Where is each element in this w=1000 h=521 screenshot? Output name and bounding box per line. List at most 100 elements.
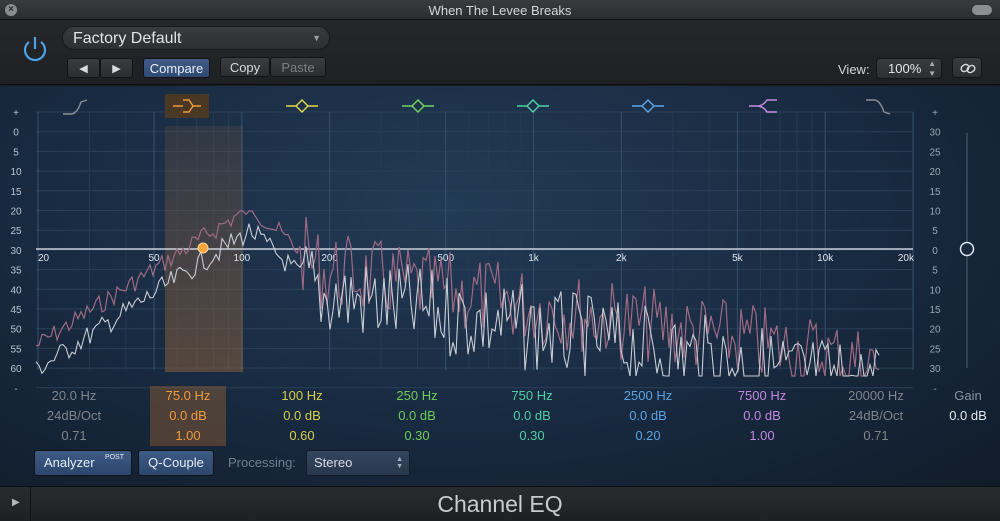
right-scale-label: 10 <box>929 285 941 296</box>
band-6-gain[interactable]: 0.0 dB <box>610 406 686 426</box>
right-scale-label: 20 <box>929 325 941 336</box>
left-scale-label: 40 <box>10 285 22 296</box>
processing-label: Processing: <box>228 455 296 470</box>
band-5-frequency[interactable]: 750 Hz <box>494 386 570 406</box>
right-scale-label: - <box>933 384 936 395</box>
band-2-node[interactable] <box>197 242 209 254</box>
left-scale-label: 35 <box>10 266 22 277</box>
band-shape <box>632 99 664 113</box>
band-selected-bg <box>165 94 209 118</box>
stepper-icon: ▲ ▼ <box>396 456 403 470</box>
frequency-label: 200 <box>321 253 338 264</box>
frequency-label: 50 <box>149 253 161 264</box>
link-icon <box>960 63 976 74</box>
band-1-q[interactable]: 0.71 <box>36 426 112 446</box>
frequency-label: 20k <box>898 253 915 264</box>
link-button[interactable] <box>952 57 982 78</box>
band-2-params[interactable]: 75.0 Hz 0.0 dB 1.00 <box>150 386 226 446</box>
right-scale-label: 25 <box>929 147 941 158</box>
left-scale-label: 30 <box>10 246 22 257</box>
left-scale-label: 0 <box>13 128 19 139</box>
right-scale-label: 15 <box>929 187 941 198</box>
band-5-params[interactable]: 750 Hz 0.0 dB 0.30 <box>494 386 570 446</box>
q-couple-button[interactable]: Q-Couple <box>138 450 214 476</box>
right-db-scale: +30 25 20 15 10 5 0 5 10 15 20 25 30 - <box>929 108 941 395</box>
gain-slider-knob[interactable] <box>959 241 975 257</box>
band-6-params[interactable]: 2500 Hz 0.0 dB 0.20 <box>610 386 686 446</box>
left-scale-label: - <box>14 384 17 395</box>
band-type-icons <box>63 94 891 118</box>
band-6-frequency[interactable]: 2500 Hz <box>610 386 686 406</box>
band-7-frequency[interactable]: 7500 Hz <box>724 386 800 406</box>
right-scale-label: 10 <box>929 207 941 218</box>
stepper-icon: ▲ ▼ <box>928 59 936 78</box>
right-scale-label: 0 <box>932 246 938 257</box>
view-zoom-select[interactable]: 100% ▲ ▼ <box>876 58 942 79</box>
right-scale-label: 15 <box>929 305 941 316</box>
band-2-frequency[interactable]: 75.0 Hz <box>150 386 226 406</box>
band-5-gain[interactable]: 0.0 dB <box>494 406 570 426</box>
title-bar: × When The Levee Breaks <box>0 0 1000 20</box>
band-5-q[interactable]: 0.30 <box>494 426 570 446</box>
band-7-gain[interactable]: 0.0 dB <box>724 406 800 426</box>
paste-button[interactable]: Paste <box>270 57 326 77</box>
band-8-q[interactable]: 0.71 <box>838 426 914 446</box>
band-2-gain[interactable]: 0.0 dB <box>150 406 226 426</box>
previous-preset-button[interactable]: ◀ <box>67 58 100 78</box>
analyzer-post-badge: POST <box>104 454 124 461</box>
frequency-label: 10k <box>817 253 834 264</box>
band-7-q[interactable]: 1.00 <box>724 426 800 446</box>
band-3-gain[interactable]: 0.0 dB <box>264 406 340 426</box>
band-3-q[interactable]: 0.60 <box>264 426 340 446</box>
band-1-params[interactable]: 20.0 Hz 24dB/Oct 0.71 <box>36 386 112 446</box>
right-scale-label: 30 <box>929 128 941 139</box>
band-8-params[interactable]: 20000 Hz 24dB/Oct 0.71 <box>838 386 914 446</box>
chevron-down-icon: ▼ <box>312 33 321 43</box>
band-1-slope[interactable]: 24dB/Oct <box>36 406 112 426</box>
frequency-label: 2k <box>616 253 628 264</box>
band-5-type-icon[interactable] <box>517 99 549 113</box>
band-2-q[interactable]: 1.00 <box>150 426 226 446</box>
copy-button[interactable]: Copy <box>220 57 270 77</box>
plugin-header: Factory Default ▼ ◀ ▶ Compare Copy Paste… <box>0 20 1000 85</box>
window-title: When The Levee Breaks <box>428 3 572 18</box>
band-4-params[interactable]: 250 Hz 0.0 dB 0.30 <box>379 386 455 446</box>
band-3-type-icon[interactable] <box>286 99 318 113</box>
band-4-q[interactable]: 0.30 <box>379 426 455 446</box>
band-8-frequency[interactable]: 20000 Hz <box>838 386 914 406</box>
band-7-params[interactable]: 7500 Hz 0.0 dB 1.00 <box>724 386 800 446</box>
band-6-q[interactable]: 0.20 <box>610 426 686 446</box>
toolbar-toggle-button[interactable] <box>972 5 992 15</box>
compare-button[interactable]: Compare <box>143 58 210 78</box>
plugin-name: Channel EQ <box>437 491 563 517</box>
view-zoom-value: 100% <box>888 61 922 76</box>
power-icon <box>23 37 47 62</box>
band-8-slope[interactable]: 24dB/Oct <box>838 406 914 426</box>
left-scale-label: 10 <box>10 167 22 178</box>
band-4-gain[interactable]: 0.0 dB <box>379 406 455 426</box>
processing-select[interactable]: Stereo ▲ ▼ <box>306 450 410 476</box>
band-3-frequency[interactable]: 100 Hz <box>264 386 340 406</box>
next-preset-button[interactable]: ▶ <box>100 58 133 78</box>
band-4-frequency[interactable]: 250 Hz <box>379 386 455 406</box>
frequency-label: 5k <box>732 253 744 264</box>
left-scale-label: 25 <box>10 226 22 237</box>
band-1-frequency[interactable]: 20.0 Hz <box>36 386 112 406</box>
view-label: View: <box>838 62 870 77</box>
power-button[interactable] <box>20 34 50 64</box>
right-scale-label: 30 <box>929 364 941 375</box>
band-6-type-icon[interactable] <box>632 99 664 113</box>
band-4-type-icon[interactable] <box>402 99 434 113</box>
gain-value[interactable]: 0.0 dB <box>945 406 991 426</box>
band-shape <box>517 99 549 113</box>
left-scale-label: 45 <box>10 305 22 316</box>
analyzer-button[interactable]: Analyzer POST <box>34 450 132 476</box>
left-scale-label: 60 <box>10 364 22 375</box>
preset-nav: ◀ ▶ <box>67 58 133 79</box>
processing-value: Stereo <box>314 455 353 470</box>
band-7-type-icon[interactable] <box>749 99 777 113</box>
band-3-params[interactable]: 100 Hz 0.0 dB 0.60 <box>264 386 340 446</box>
preset-menu[interactable]: Factory Default ▼ <box>62 26 330 50</box>
band-2-type-icon[interactable] <box>165 94 209 118</box>
gain-params: Gain 0.0 dB <box>945 386 991 426</box>
